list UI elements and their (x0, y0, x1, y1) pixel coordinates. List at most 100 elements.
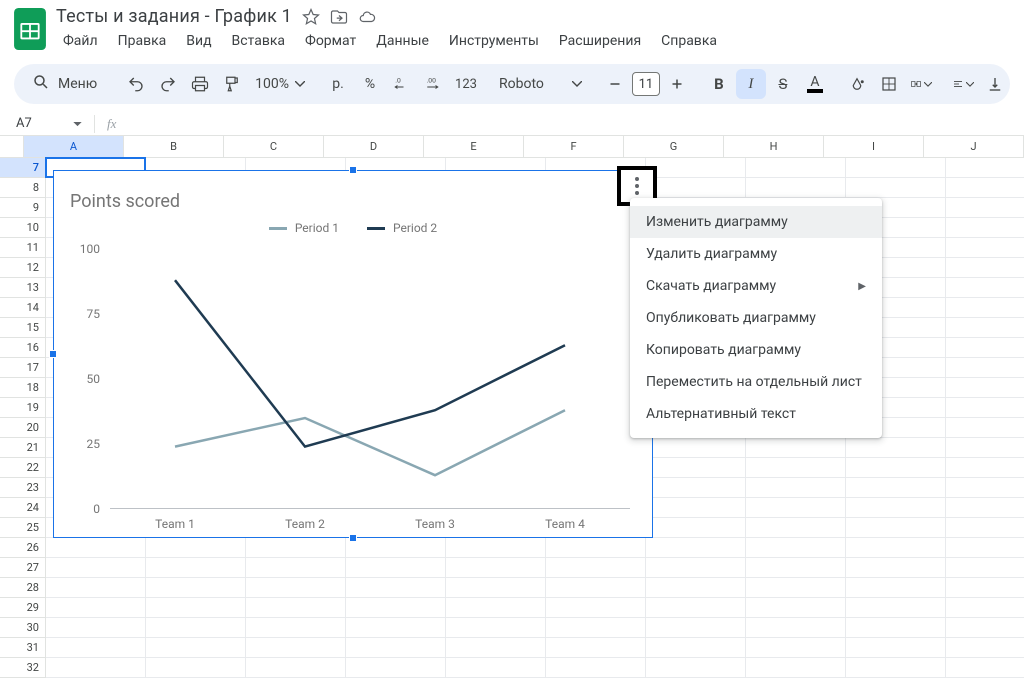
column-header-A[interactable]: A (24, 136, 124, 158)
menu-help[interactable]: Справка (654, 29, 724, 53)
row-header-23[interactable]: 23 (0, 478, 46, 498)
cloud-status-icon[interactable] (358, 8, 376, 26)
vertical-align-button[interactable] (980, 69, 1010, 99)
column-header-E[interactable]: E (424, 136, 524, 158)
menus-label: Меню (58, 76, 97, 92)
column-header-H[interactable]: H (724, 136, 824, 158)
chart-plot-area: 0255075100Team 1Team 2Team 3Team 4 (110, 249, 630, 509)
row-header-31[interactable]: 31 (0, 638, 46, 658)
row-header-9[interactable]: 9 (0, 198, 46, 218)
row-header-11[interactable]: 11 (0, 238, 46, 258)
undo-button[interactable] (121, 69, 151, 99)
print-button[interactable] (185, 69, 215, 99)
paint-format-button[interactable] (217, 69, 247, 99)
row-header-14[interactable]: 14 (0, 298, 46, 318)
y-tick-label: 25 (72, 437, 100, 451)
row-header-32[interactable]: 32 (0, 658, 46, 678)
italic-button[interactable]: I (736, 69, 766, 99)
increase-font-size-button[interactable] (662, 69, 692, 99)
text-color-button[interactable]: A (800, 69, 830, 99)
y-tick-label: 75 (72, 307, 100, 321)
row-header-12[interactable]: 12 (0, 258, 46, 278)
doc-title[interactable]: Тесты и задания - График 1 (56, 6, 292, 27)
bold-button[interactable]: B (704, 69, 734, 99)
chart-object[interactable]: Points scored Period 1 Period 2 02550751… (53, 170, 653, 538)
x-tick-label: Team 1 (155, 517, 195, 531)
row-header-19[interactable]: 19 (0, 398, 46, 418)
chart-legend: Period 1 Period 2 (54, 221, 652, 235)
row-header-18[interactable]: 18 (0, 378, 46, 398)
star-icon[interactable] (302, 8, 320, 26)
row-header-22[interactable]: 22 (0, 458, 46, 478)
row-header-28[interactable]: 28 (0, 578, 46, 598)
resize-handle-top[interactable] (349, 166, 357, 174)
fill-color-button[interactable] (842, 69, 872, 99)
menu-extensions[interactable]: Расширения (552, 29, 648, 53)
name-box[interactable]: A7 (6, 116, 88, 131)
chart-title[interactable]: Points scored (70, 191, 180, 212)
column-header-C[interactable]: C (224, 136, 324, 158)
move-to-folder-icon[interactable] (330, 8, 348, 26)
column-header-B[interactable]: B (124, 136, 224, 158)
column-header-J[interactable]: J (924, 136, 1024, 158)
toolbar: Меню 100% р. % .0 .00 123 Roboto B I S A (14, 64, 1010, 104)
menu-view[interactable]: Вид (179, 29, 218, 53)
context-menu-item[interactable]: Скачать диаграмму▶ (630, 270, 882, 302)
row-header-17[interactable]: 17 (0, 358, 46, 378)
row-header-10[interactable]: 10 (0, 218, 46, 238)
menu-data[interactable]: Данные (369, 29, 436, 53)
borders-button[interactable] (874, 69, 904, 99)
resize-handle-left[interactable] (49, 350, 57, 358)
decrease-font-size-button[interactable] (600, 69, 630, 99)
currency-format-button[interactable]: р. (323, 69, 353, 99)
formula-bar-input[interactable] (122, 112, 1024, 135)
row-header-29[interactable]: 29 (0, 598, 46, 618)
row-header-16[interactable]: 16 (0, 338, 46, 358)
merge-cells-button[interactable] (906, 69, 936, 99)
svg-text:.0: .0 (395, 77, 401, 85)
column-header-I[interactable]: I (824, 136, 924, 158)
legend-item-period2[interactable]: Period 2 (367, 221, 437, 235)
legend-item-period1[interactable]: Period 1 (269, 221, 339, 235)
row-header-8[interactable]: 8 (0, 178, 46, 198)
percent-format-button[interactable]: % (355, 69, 385, 99)
column-header-F[interactable]: F (524, 136, 624, 158)
row-header-25[interactable]: 25 (0, 518, 46, 538)
decrease-decimal-button[interactable]: .0 (387, 69, 417, 99)
row-header-7[interactable]: 7 (0, 158, 46, 178)
row-header-27[interactable]: 27 (0, 558, 46, 578)
menus-button[interactable]: Меню (22, 68, 109, 100)
more-formats-button[interactable]: 123 (451, 69, 481, 99)
redo-button[interactable] (153, 69, 183, 99)
context-menu-item[interactable]: Опубликовать диаграмму (630, 302, 882, 334)
increase-decimal-button[interactable]: .00 (419, 69, 449, 99)
x-tick-label: Team 3 (415, 517, 455, 531)
sheets-logo-icon[interactable] (14, 8, 46, 50)
column-header-D[interactable]: D (324, 136, 424, 158)
zoom-select[interactable]: 100% (249, 76, 311, 92)
font-family-select[interactable]: Roboto (493, 76, 588, 92)
y-tick-label: 100 (72, 242, 100, 256)
context-menu-item[interactable]: Альтернативный текст (630, 398, 882, 430)
context-menu-item[interactable]: Удалить диаграмму (630, 238, 882, 270)
row-header-26[interactable]: 26 (0, 538, 46, 558)
resize-handle-bottom[interactable] (349, 534, 357, 542)
menu-insert[interactable]: Вставка (225, 29, 292, 53)
row-header-15[interactable]: 15 (0, 318, 46, 338)
column-header-G[interactable]: G (624, 136, 724, 158)
strikethrough-button[interactable]: S (768, 69, 798, 99)
menu-edit[interactable]: Правка (111, 29, 174, 53)
menu-format[interactable]: Формат (298, 29, 363, 53)
context-menu-item[interactable]: Изменить диаграмму (630, 206, 882, 238)
font-size-input[interactable] (632, 72, 660, 96)
context-menu-item[interactable]: Переместить на отдельный лист (630, 366, 882, 398)
row-header-20[interactable]: 20 (0, 418, 46, 438)
menu-tools[interactable]: Инструменты (442, 29, 546, 53)
row-header-13[interactable]: 13 (0, 278, 46, 298)
menu-file[interactable]: Файл (56, 29, 105, 53)
horizontal-align-button[interactable] (948, 69, 978, 99)
row-header-24[interactable]: 24 (0, 498, 46, 518)
row-header-21[interactable]: 21 (0, 438, 46, 458)
context-menu-item[interactable]: Копировать диаграмму (630, 334, 882, 366)
row-header-30[interactable]: 30 (0, 618, 46, 638)
